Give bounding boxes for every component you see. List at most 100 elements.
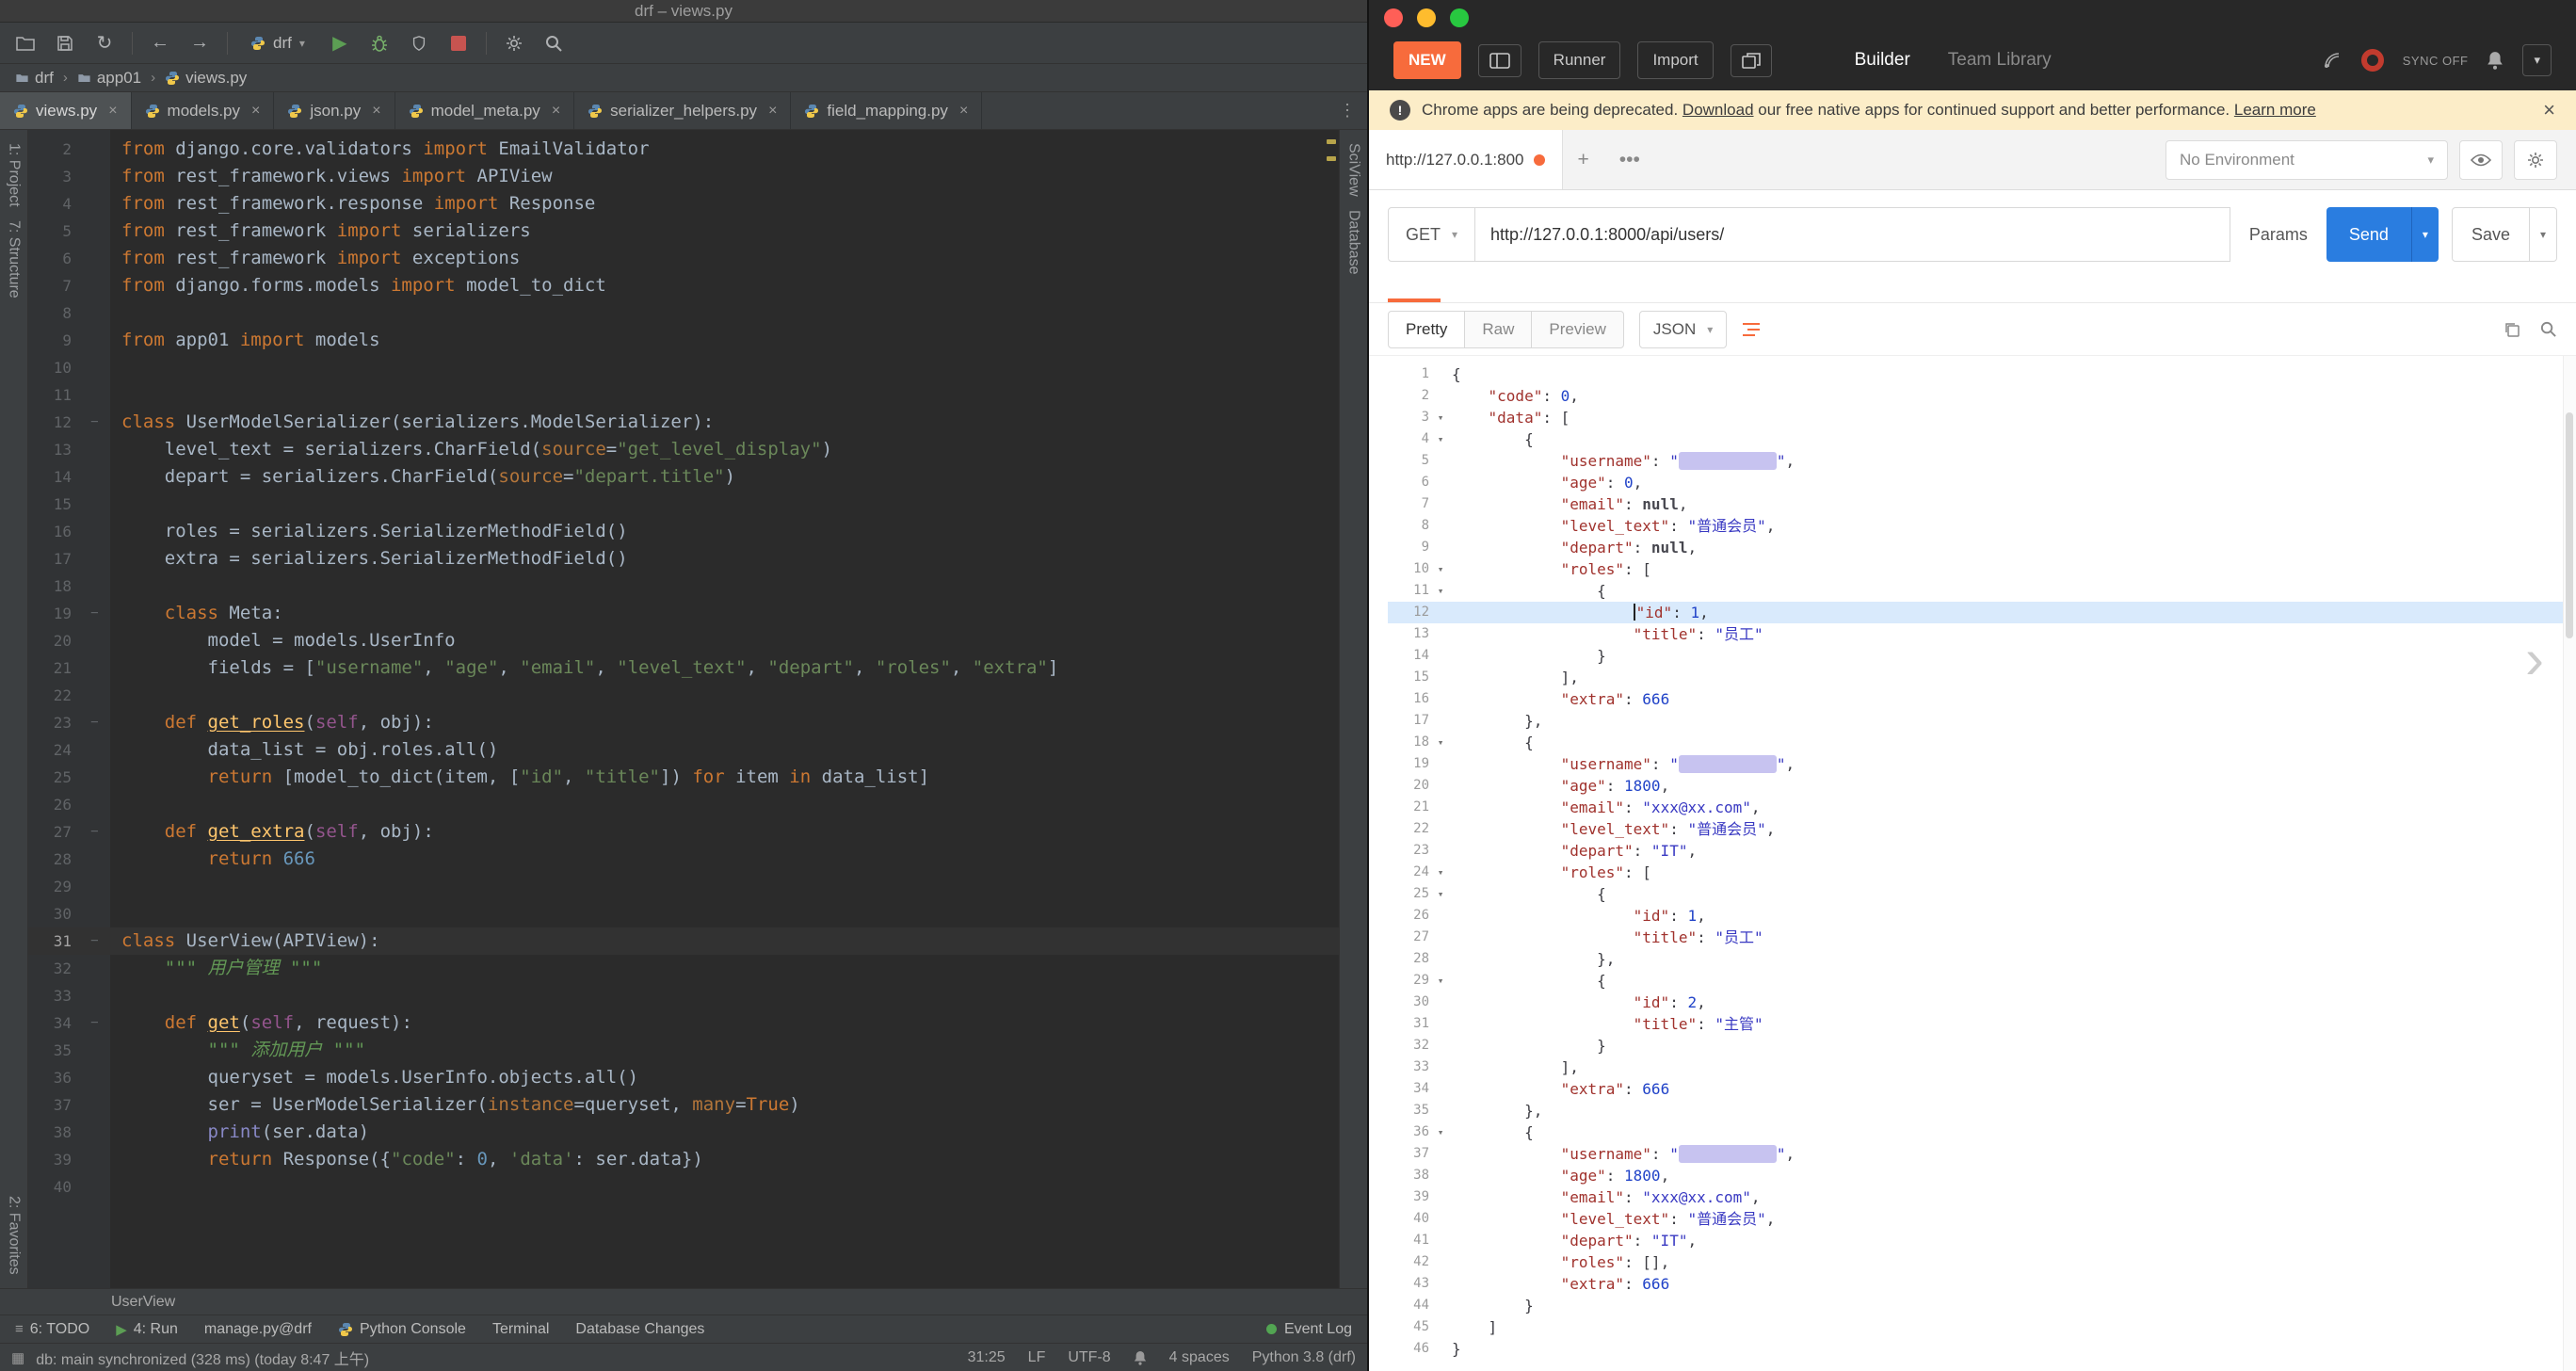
- learn-more-link[interactable]: Learn more: [2234, 101, 2316, 119]
- code-line-36[interactable]: 36 queryset = models.UserInfo.objects.al…: [28, 1064, 1339, 1091]
- response-view-preview[interactable]: Preview: [1531, 310, 1624, 348]
- sync-status-icon[interactable]: [2360, 49, 2384, 72]
- line-number[interactable]: 34: [1388, 1078, 1429, 1100]
- line-number[interactable]: 42: [1388, 1251, 1429, 1273]
- response-line-8[interactable]: 8 "level_text": "普通会员",: [1388, 515, 2576, 537]
- line-number[interactable]: 23: [1388, 840, 1429, 862]
- line-number[interactable]: 22: [1388, 818, 1429, 840]
- response-line-27[interactable]: 27 "title": "员工": [1388, 927, 2576, 948]
- settings-wrench-icon[interactable]: [502, 31, 526, 56]
- line-number[interactable]: 15: [1388, 667, 1429, 688]
- new-button[interactable]: NEW: [1393, 41, 1461, 79]
- runner-button[interactable]: Runner: [1538, 41, 1621, 79]
- response-line-4[interactable]: 4 ▾ {: [1388, 428, 2576, 450]
- code-line-11[interactable]: 11: [28, 381, 1339, 409]
- line-number[interactable]: 17: [28, 545, 79, 573]
- tab-model_meta.py[interactable]: model_meta.py ×: [395, 92, 575, 129]
- tab-builder[interactable]: Builder: [1855, 50, 1910, 71]
- line-number[interactable]: 30: [1388, 992, 1429, 1013]
- response-line-32[interactable]: 32 }: [1388, 1035, 2576, 1056]
- line-number[interactable]: 33: [1388, 1056, 1429, 1078]
- line-number[interactable]: 6: [28, 245, 79, 272]
- line-number[interactable]: 16: [1388, 688, 1429, 710]
- code-line-29[interactable]: 29: [28, 873, 1339, 900]
- response-line-14[interactable]: 14 }: [1388, 645, 2576, 667]
- stop-icon[interactable]: [446, 31, 471, 56]
- fold-marker[interactable]: ▾: [1429, 558, 1452, 580]
- line-number[interactable]: 34: [28, 1009, 79, 1037]
- code-line-10[interactable]: 10: [28, 354, 1339, 381]
- line-number[interactable]: 21: [1388, 797, 1429, 818]
- response-line-11[interactable]: 11 ▾ {: [1388, 580, 2576, 602]
- code-line-23[interactable]: 23− def get_roles(self, obj):: [28, 709, 1339, 736]
- tab-views.py[interactable]: views.py ×: [0, 92, 132, 129]
- response-line-12[interactable]: 12 "id": 1,: [1388, 602, 2576, 623]
- response-line-38[interactable]: 38 "age": 1800,: [1388, 1165, 2576, 1186]
- scrollbar-track[interactable]: [2563, 356, 2576, 1371]
- line-number[interactable]: 5: [28, 218, 79, 245]
- code-line-9[interactable]: 9 from app01 import models: [28, 327, 1339, 354]
- response-line-24[interactable]: 24 ▾ "roles": [: [1388, 862, 2576, 883]
- tool-stripe-button-7-Structure[interactable]: 7: Structure: [6, 220, 23, 298]
- line-number[interactable]: 27: [28, 818, 79, 846]
- fold-marker[interactable]: −: [79, 409, 110, 436]
- code-line-26[interactable]: 26: [28, 791, 1339, 818]
- line-number[interactable]: 18: [28, 573, 79, 600]
- method-selector[interactable]: GET ▾: [1388, 207, 1476, 262]
- code-line-28[interactable]: 28 return 666: [28, 846, 1339, 873]
- line-number[interactable]: 36: [28, 1064, 79, 1091]
- line-number[interactable]: 39: [28, 1146, 79, 1173]
- code-line-38[interactable]: 38 print(ser.data): [28, 1119, 1339, 1146]
- line-number[interactable]: 35: [28, 1037, 79, 1064]
- notifications-bell-icon[interactable]: [1134, 1350, 1147, 1365]
- new-tab-button[interactable]: +: [1563, 130, 1604, 189]
- environment-selector[interactable]: No Environment ▾: [2165, 139, 2448, 180]
- line-number[interactable]: 3: [1388, 407, 1429, 428]
- line-number[interactable]: 13: [1388, 623, 1429, 645]
- line-number[interactable]: 28: [28, 846, 79, 873]
- fold-marker[interactable]: ▾: [1429, 428, 1452, 450]
- line-number[interactable]: 9: [28, 327, 79, 354]
- tab-json.py[interactable]: json.py ×: [274, 92, 395, 129]
- line-number[interactable]: 31: [28, 927, 79, 955]
- close-tab-icon[interactable]: ×: [552, 103, 560, 120]
- line-number[interactable]: 27: [1388, 927, 1429, 948]
- capture-requests-icon[interactable]: [2322, 50, 2343, 71]
- line-number[interactable]: 14: [1388, 645, 1429, 667]
- line-number[interactable]: 40: [1388, 1208, 1429, 1230]
- response-view-raw[interactable]: Raw: [1464, 310, 1533, 348]
- send-button[interactable]: Send: [2326, 207, 2411, 262]
- line-number[interactable]: 32: [28, 955, 79, 982]
- response-line-5[interactable]: 5 "username": " ",: [1388, 450, 2576, 472]
- line-number[interactable]: 11: [1388, 580, 1429, 602]
- code-line-6[interactable]: 6 from rest_framework import exceptions: [28, 245, 1339, 272]
- response-line-44[interactable]: 44 }: [1388, 1295, 2576, 1316]
- line-number[interactable]: 33: [28, 982, 79, 1009]
- run-icon[interactable]: ▶: [328, 31, 352, 56]
- new-window-icon[interactable]: [1730, 43, 1772, 77]
- line-number[interactable]: 43: [1388, 1273, 1429, 1295]
- response-line-42[interactable]: 42 "roles": [],: [1388, 1251, 2576, 1273]
- line-number[interactable]: 41: [1388, 1230, 1429, 1251]
- line-number[interactable]: 13: [28, 436, 79, 463]
- search-everywhere-icon[interactable]: [541, 31, 566, 56]
- indent-indicator[interactable]: 4 spaces: [1169, 1349, 1230, 1366]
- line-number[interactable]: 28: [1388, 948, 1429, 970]
- breadcrumb-item-app01[interactable]: app01: [77, 69, 141, 88]
- line-number[interactable]: 5: [1388, 450, 1429, 472]
- response-line-28[interactable]: 28 },: [1388, 948, 2576, 970]
- close-tab-icon[interactable]: ×: [372, 103, 380, 120]
- line-number[interactable]: 25: [1388, 883, 1429, 905]
- code-line-13[interactable]: 13 level_text = serializers.CharField(so…: [28, 436, 1339, 463]
- code-line-2[interactable]: 2 from django.core.validators import Emai…: [28, 136, 1339, 163]
- response-line-21[interactable]: 21 "email": "xxx@xx.com",: [1388, 797, 2576, 818]
- line-number[interactable]: 12: [28, 409, 79, 436]
- response-line-18[interactable]: 18 ▾ {: [1388, 732, 2576, 753]
- toolwindow-terminal[interactable]: Terminal: [492, 1321, 549, 1338]
- response-line-35[interactable]: 35 },: [1388, 1100, 2576, 1121]
- code-line-37[interactable]: 37 ser = UserModelSerializer(instance=qu…: [28, 1091, 1339, 1119]
- warning-stripe-mark[interactable]: [1327, 139, 1336, 144]
- tab-models.py[interactable]: models.py ×: [132, 92, 275, 129]
- fold-marker[interactable]: ▾: [1429, 862, 1452, 883]
- line-number[interactable]: 32: [1388, 1035, 1429, 1056]
